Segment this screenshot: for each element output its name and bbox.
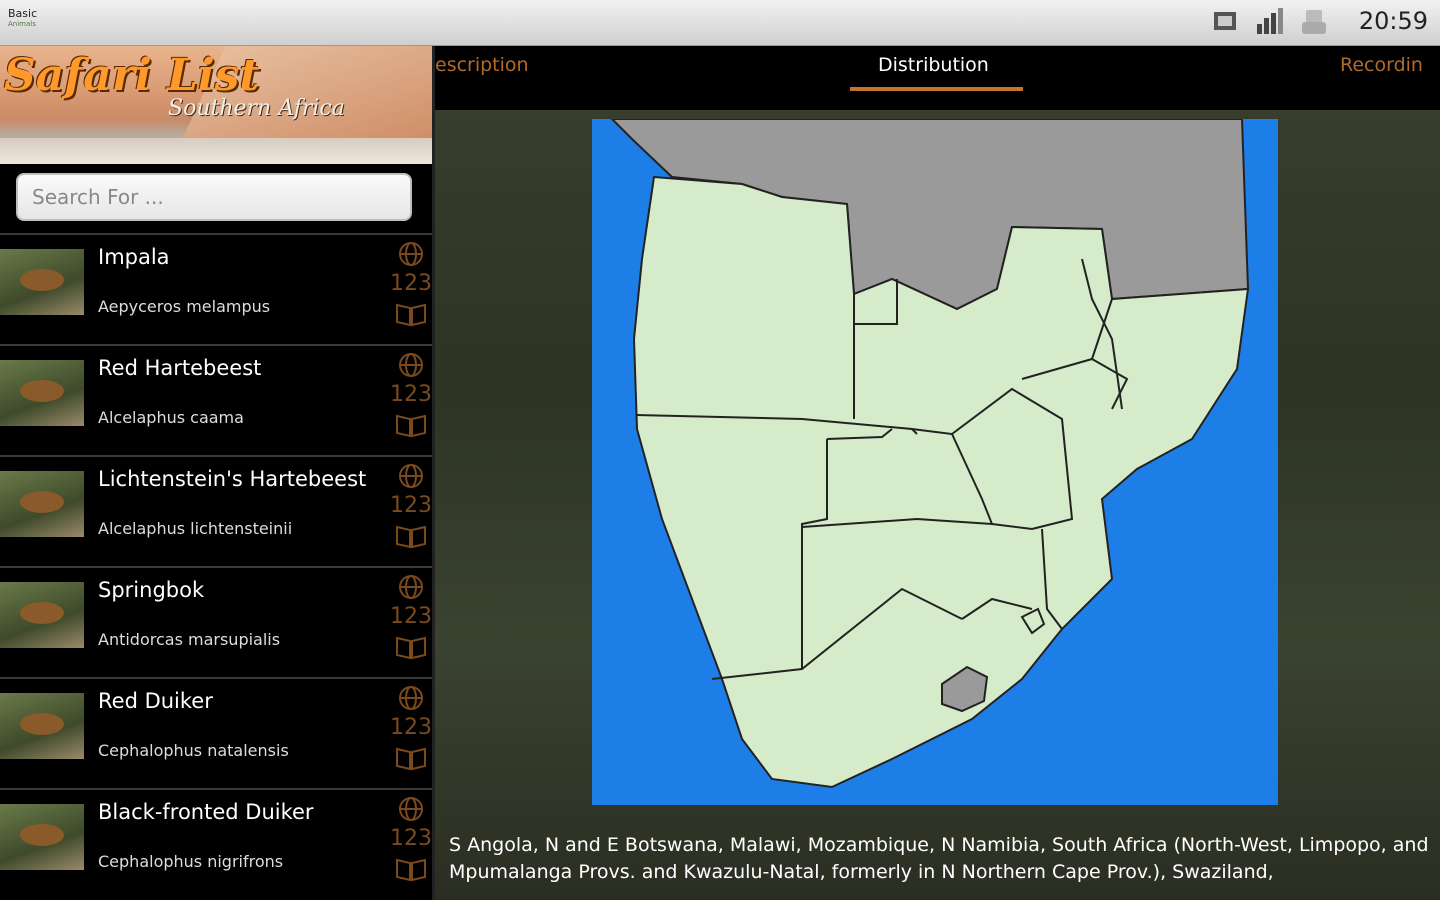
active-tab-indicator — [850, 87, 1023, 91]
numbers-icon[interactable]: 123 — [390, 493, 432, 519]
species-thumbnail — [0, 693, 84, 759]
app-badge-label: Basic — [8, 7, 38, 20]
globe-icon[interactable] — [396, 463, 426, 489]
species-name: Red Hartebeest — [98, 356, 262, 380]
list-item[interactable]: Lichtenstein's Hartebeest Alcelaphus lic… — [0, 455, 432, 566]
clock: 20:59 — [1358, 7, 1428, 35]
usb-icon — [1302, 10, 1326, 34]
species-thumbnail — [0, 804, 84, 870]
globe-icon[interactable] — [396, 685, 426, 711]
book-icon[interactable] — [395, 301, 427, 327]
numbers-icon[interactable]: 123 — [390, 715, 432, 741]
species-scientific-name: Cephalophus nigrifrons — [98, 852, 284, 871]
tab-bar: escription Distribution Recordin — [435, 46, 1440, 110]
book-icon[interactable] — [395, 523, 427, 549]
species-scientific-name: Alcelaphus caama — [98, 408, 244, 427]
species-name: Black-fronted Duiker — [98, 800, 314, 824]
numbers-icon[interactable]: 123 — [390, 604, 432, 630]
book-icon[interactable] — [395, 412, 427, 438]
species-list: Impala Aepyceros melampus 123 Red Harteb… — [0, 233, 432, 899]
app-banner: Safari List Southern Africa — [0, 46, 432, 164]
list-item[interactable]: Springbok Antidorcas marsupialis 123 — [0, 566, 432, 677]
species-thumbnail — [0, 249, 84, 315]
tab-recordings[interactable]: Recordin — [1340, 54, 1423, 76]
globe-icon[interactable] — [396, 352, 426, 378]
species-scientific-name: Aepyceros melampus — [98, 297, 271, 316]
species-thumbnail — [0, 582, 84, 648]
list-item[interactable]: Black-fronted Duiker Cephalophus nigrifr… — [0, 788, 432, 899]
status-bar: Basic Animals 20:59 — [0, 0, 1440, 46]
screenshot-icon — [1214, 12, 1236, 30]
banner-title: Safari List — [4, 50, 260, 101]
signal-icon — [1257, 8, 1283, 34]
book-icon[interactable] — [395, 745, 427, 771]
book-icon[interactable] — [395, 634, 427, 660]
list-item[interactable]: Impala Aepyceros melampus 123 — [0, 233, 432, 344]
distribution-description: S Angola, N and E Botswana, Malawi, Moza… — [449, 834, 1429, 883]
globe-icon[interactable] — [396, 796, 426, 822]
species-list-panel: Safari List Southern Africa Impala Aepyc… — [0, 46, 435, 900]
numbers-icon[interactable]: 123 — [390, 382, 432, 408]
species-thumbnail — [0, 360, 84, 426]
numbers-icon[interactable]: 123 — [390, 271, 432, 297]
list-item[interactable]: Red Duiker Cephalophus natalensis 123 — [0, 677, 432, 788]
numbers-icon[interactable]: 123 — [390, 826, 432, 852]
species-name: Springbok — [98, 578, 205, 602]
distribution-map — [592, 119, 1278, 805]
species-scientific-name: Cephalophus natalensis — [98, 741, 289, 760]
list-item[interactable]: Red Hartebeest Alcelaphus caama 123 — [0, 344, 432, 455]
species-name: Lichtenstein's Hartebeest — [98, 467, 367, 491]
species-scientific-name: Antidorcas marsupialis — [98, 630, 281, 649]
globe-icon[interactable] — [396, 574, 426, 600]
species-thumbnail — [0, 471, 84, 537]
book-icon[interactable] — [395, 856, 427, 882]
species-name: Impala — [98, 245, 170, 269]
distribution-map-graphic — [610, 119, 1250, 789]
tab-distribution[interactable]: Distribution — [878, 54, 989, 76]
globe-icon[interactable] — [396, 241, 426, 267]
species-scientific-name: Alcelaphus lichtensteinii — [98, 519, 293, 538]
search-input[interactable] — [16, 173, 412, 221]
detail-panel: escription Distribution Recordin S Angol… — [435, 46, 1440, 900]
app-notification-icon[interactable]: Basic Animals — [8, 8, 52, 38]
banner-subtitle: Southern Africa — [168, 96, 345, 121]
species-name: Red Duiker — [98, 689, 213, 713]
tab-description[interactable]: escription — [435, 54, 529, 76]
app-badge-sublabel: Animals — [8, 20, 36, 28]
